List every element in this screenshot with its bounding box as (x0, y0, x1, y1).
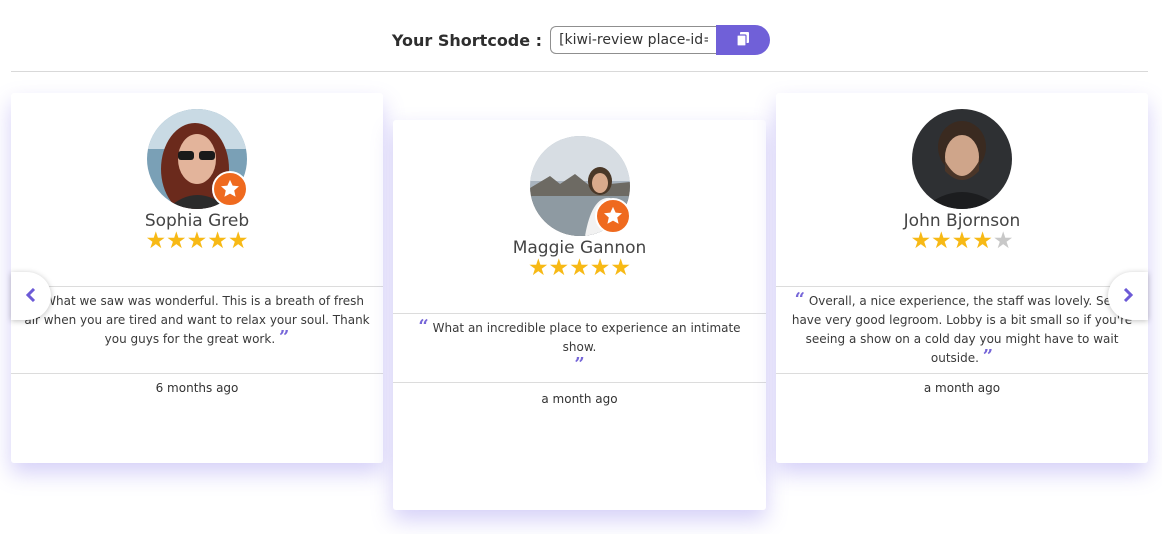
chevron-left-icon (25, 287, 37, 306)
close-quote-icon: ” (278, 327, 290, 348)
copy-shortcode-button[interactable] (716, 25, 771, 55)
avatar (912, 109, 1012, 209)
open-quote-icon: “ (418, 316, 429, 337)
review-time: a month ago (541, 392, 618, 406)
review-card: John Bjornson ★★★★★ “ Overall, a nice ex… (776, 93, 1148, 463)
review-body: What an incredible place to experience a… (432, 321, 741, 354)
review-card: Maggie Gannon ★★★★★ “ What an incredible… (393, 120, 766, 510)
review-text: “ What we saw was wonderful. This is a b… (23, 291, 371, 349)
featured-badge-icon (212, 171, 248, 207)
review-text: “ Overall, a nice experience, the staff … (788, 289, 1136, 368)
star-rating: ★★★★★ (776, 229, 1148, 253)
stars-filled-icon: ★★★★★ (145, 228, 249, 254)
shortcode-label: Your Shortcode : (391, 30, 543, 50)
header-divider (11, 71, 1148, 72)
review-text: “ What an incredible place to experience… (405, 316, 754, 376)
close-quote-icon: ” (982, 346, 994, 367)
star-rating: ★★★★★ (393, 256, 766, 280)
review-body: Overall, a nice experience, the staff wa… (791, 294, 1133, 365)
close-quote-icon: ” (574, 354, 585, 375)
stars-filled-icon: ★★★★ (910, 228, 993, 254)
review-time: a month ago (923, 381, 1001, 395)
review-body: What we saw was wonderful. This is a bre… (24, 294, 370, 346)
divider (393, 313, 766, 314)
review-time: 6 months ago (155, 381, 239, 395)
review-card: Sophia Greb ★★★★★ “ What we saw was wond… (11, 93, 383, 463)
chevron-right-icon (1122, 287, 1134, 306)
divider (393, 382, 766, 383)
carousel-next-button[interactable] (1108, 272, 1148, 320)
star-rating: ★★★★★ (11, 229, 383, 253)
shortcode-input[interactable] (550, 26, 717, 54)
divider (776, 286, 1148, 287)
stars-empty-icon: ★ (992, 228, 1014, 254)
divider (11, 286, 383, 287)
open-quote-icon: “ (794, 289, 805, 310)
featured-badge-icon (594, 198, 631, 234)
copy-icon (736, 31, 750, 50)
divider (11, 373, 383, 374)
stars-filled-icon: ★★★★★ (527, 255, 632, 281)
shortcode-bar: Your Shortcode : (0, 24, 1162, 56)
divider (776, 373, 1148, 374)
